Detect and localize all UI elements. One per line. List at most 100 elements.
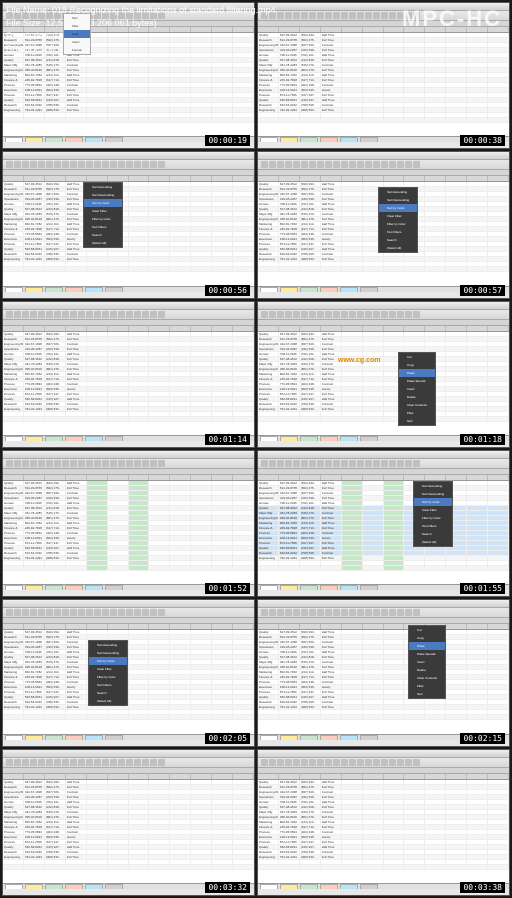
table-cell[interactable] (488, 491, 509, 495)
table-cell[interactable]: Hourly (321, 237, 342, 241)
sheet-tab[interactable] (65, 436, 83, 441)
toolbar-button[interactable] (285, 161, 292, 168)
table-cell[interactable] (384, 780, 405, 784)
table-cell[interactable] (279, 715, 300, 719)
table-cell[interactable] (87, 865, 108, 869)
table-cell[interactable]: 874-11-7566 (279, 690, 300, 694)
table-cell[interactable] (149, 257, 170, 261)
table-cell[interactable] (363, 397, 384, 401)
table-cell[interactable] (191, 650, 212, 654)
table-cell[interactable] (384, 511, 405, 515)
table-cell[interactable] (467, 182, 488, 186)
table-cell[interactable] (488, 511, 509, 515)
menu-item[interactable]: Copy (409, 634, 445, 642)
column-header[interactable] (212, 176, 233, 181)
table-cell[interactable] (384, 830, 405, 834)
table-cell[interactable]: 395-40-8190 (279, 217, 300, 221)
table-cell[interactable] (363, 650, 384, 654)
table-cell[interactable] (467, 820, 488, 824)
table-cell[interactable] (384, 840, 405, 844)
table-cell[interactable] (467, 785, 488, 789)
table-cell[interactable] (363, 387, 384, 391)
table-cell[interactable] (488, 566, 509, 570)
table-cell[interactable] (384, 58, 405, 62)
table-cell[interactable] (467, 516, 488, 520)
table-cell[interactable]: Quality Control (3, 182, 24, 186)
table-cell[interactable] (446, 855, 467, 859)
table-cell[interactable]: Full Time (321, 407, 342, 411)
table-cell[interactable]: 521-33-8765 (24, 187, 45, 191)
table-cell[interactable] (363, 541, 384, 545)
table-cell[interactable] (233, 481, 254, 485)
table-cell[interactable]: (214) 113-6471 (45, 670, 66, 674)
table-cell[interactable] (488, 685, 509, 689)
table-cell[interactable]: (212) 818-8800 (45, 506, 66, 510)
table-cell[interactable] (129, 780, 150, 784)
table-cell[interactable] (446, 227, 467, 231)
table-cell[interactable] (149, 536, 170, 540)
column-header[interactable] (425, 176, 446, 181)
table-cell[interactable] (212, 650, 233, 654)
table-cell[interactable] (170, 377, 191, 381)
column-header[interactable] (279, 475, 300, 480)
table-cell[interactable] (212, 825, 233, 829)
table-cell[interactable] (342, 417, 363, 421)
table-cell[interactable] (446, 630, 467, 634)
table-cell[interactable]: Research Center (258, 850, 279, 854)
table-cell[interactable]: Operations (258, 795, 279, 799)
table-cell[interactable]: Finance & Contract Services (258, 675, 279, 679)
table-cell[interactable]: Quality Control (258, 695, 279, 699)
table-cell[interactable] (384, 43, 405, 47)
table-cell[interactable] (212, 192, 233, 196)
table-cell[interactable]: Full Time (66, 855, 87, 859)
table-cell[interactable]: (801) 376-6432 (45, 516, 66, 520)
table-cell[interactable] (404, 337, 425, 341)
toolbar-button[interactable] (94, 759, 101, 766)
table-cell[interactable] (233, 511, 254, 515)
table-cell[interactable] (170, 407, 191, 411)
table-cell[interactable] (363, 377, 384, 381)
table-cell[interactable] (467, 790, 488, 794)
column-header[interactable] (488, 624, 509, 629)
table-cell[interactable] (191, 347, 212, 351)
table-cell[interactable]: (810) 493-6062 (300, 182, 321, 186)
table-cell[interactable] (404, 700, 425, 704)
table-cell[interactable] (212, 58, 233, 62)
table-cell[interactable] (129, 187, 150, 191)
table-cell[interactable]: 527-08-4512 (24, 655, 45, 659)
menu-item[interactable]: Sort (64, 14, 90, 22)
table-cell[interactable]: 527-08-4512 (24, 506, 45, 510)
table-cell[interactable] (233, 68, 254, 72)
table-cell[interactable]: Engineering/Maintenance (258, 491, 279, 495)
table-cell[interactable]: 773-05-5834 (24, 232, 45, 236)
table-cell[interactable] (149, 98, 170, 102)
toolbar-button[interactable] (86, 460, 93, 467)
table-cell[interactable] (467, 670, 488, 674)
table-cell[interactable] (87, 795, 108, 799)
table-cell[interactable] (87, 357, 108, 361)
table-cell[interactable]: Half Time (66, 630, 87, 634)
table-cell[interactable] (233, 695, 254, 699)
table-cell[interactable]: Finance & Contract Services (3, 377, 24, 381)
table-cell[interactable] (212, 566, 233, 570)
table-cell[interactable] (108, 785, 129, 789)
table-cell[interactable] (488, 556, 509, 560)
toolbar-button[interactable] (22, 311, 29, 318)
table-cell[interactable]: Process Chemistry (258, 690, 279, 694)
table-cell[interactable]: Quality Control (3, 397, 24, 401)
table-cell[interactable] (87, 392, 108, 396)
toolbar-button[interactable] (118, 609, 125, 616)
table-cell[interactable] (300, 710, 321, 714)
table-cell[interactable] (363, 481, 384, 485)
table-cell[interactable] (425, 840, 446, 844)
table-cell[interactable] (108, 561, 129, 565)
table-cell[interactable]: Half Time (321, 845, 342, 849)
table-cell[interactable] (212, 845, 233, 849)
table-cell[interactable] (191, 551, 212, 555)
toolbar-button[interactable] (285, 12, 292, 19)
table-cell[interactable]: Full Time (66, 690, 87, 694)
table-cell[interactable] (129, 347, 150, 351)
spreadsheet-area[interactable]: Quality Control627-99-4512(810) 493-6062… (3, 475, 254, 590)
toolbar-button[interactable] (261, 311, 268, 318)
table-cell[interactable]: (702) 101-2982 (45, 501, 66, 505)
